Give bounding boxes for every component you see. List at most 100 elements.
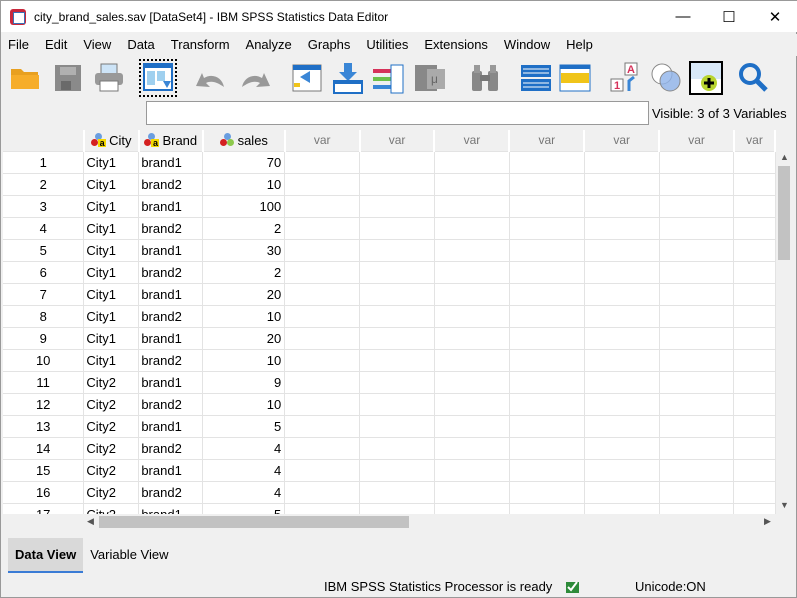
empty-cell[interactable] [284, 437, 361, 460]
menu-help[interactable]: Help [558, 34, 601, 56]
empty-cell[interactable] [733, 415, 776, 438]
empty-cell[interactable] [733, 217, 776, 240]
open-folder-icon[interactable] [8, 61, 42, 95]
vertical-scroll-thumb[interactable] [778, 166, 790, 260]
data-cell-brand[interactable]: brand1 [138, 239, 204, 262]
data-cell-city[interactable]: City2 [83, 503, 140, 514]
data-cell-city[interactable]: City1 [83, 217, 140, 240]
empty-cell[interactable] [733, 195, 776, 218]
empty-cell[interactable] [659, 261, 735, 284]
empty-cell[interactable] [284, 459, 361, 482]
data-cell-city[interactable]: City1 [83, 349, 140, 372]
empty-cell[interactable] [359, 349, 435, 372]
empty-cell[interactable] [584, 261, 660, 284]
empty-cell[interactable] [584, 305, 660, 328]
scroll-up-icon[interactable]: ▲ [780, 152, 789, 162]
empty-cell[interactable] [284, 327, 361, 350]
cell-editor-input[interactable] [146, 101, 649, 125]
data-cell-brand[interactable]: brand1 [138, 195, 204, 218]
data-cell-brand[interactable]: brand2 [138, 437, 204, 460]
menu-file[interactable]: File [1, 34, 37, 56]
empty-cell[interactable] [659, 393, 735, 416]
empty-cell[interactable] [584, 173, 660, 196]
empty-cell[interactable] [284, 239, 361, 262]
row-number[interactable]: 15 [3, 459, 85, 482]
empty-cell[interactable] [434, 371, 510, 394]
empty-cell[interactable] [509, 217, 585, 240]
data-cell-brand[interactable]: brand1 [138, 283, 204, 306]
data-cell-sales[interactable]: 10 [202, 349, 286, 372]
row-number[interactable]: 10 [3, 349, 85, 372]
insert-cases-icon[interactable] [519, 61, 553, 95]
data-cell-city[interactable]: City1 [83, 261, 140, 284]
empty-cell[interactable] [284, 195, 361, 218]
row-number[interactable]: 2 [3, 173, 85, 196]
empty-cell[interactable] [584, 195, 660, 218]
data-cell-sales[interactable]: 10 [202, 173, 286, 196]
tab-data-view[interactable]: Data View [8, 538, 84, 573]
minimize-button[interactable]: — [660, 1, 706, 32]
data-cell-sales[interactable]: 4 [202, 459, 286, 482]
empty-cell[interactable] [584, 481, 660, 504]
data-cell-city[interactable]: City1 [83, 283, 140, 306]
empty-cell[interactable] [733, 283, 776, 306]
data-cell-brand[interactable]: brand1 [138, 371, 204, 394]
row-number[interactable]: 17 [3, 503, 85, 514]
empty-cell[interactable] [284, 305, 361, 328]
empty-cell[interactable] [733, 173, 776, 196]
empty-column-header[interactable]: var [284, 130, 361, 152]
empty-cell[interactable] [733, 151, 776, 174]
empty-cell[interactable] [434, 503, 510, 514]
empty-cell[interactable] [359, 415, 435, 438]
empty-cell[interactable] [733, 239, 776, 262]
empty-cell[interactable] [434, 173, 510, 196]
data-cell-brand[interactable]: brand2 [138, 173, 204, 196]
empty-cell[interactable] [509, 327, 585, 350]
empty-cell[interactable] [359, 459, 435, 482]
empty-cell[interactable] [584, 503, 660, 514]
scroll-left-icon[interactable]: ◀ [87, 516, 94, 527]
row-number[interactable]: 16 [3, 481, 85, 504]
empty-cell[interactable] [509, 437, 585, 460]
empty-cell[interactable] [509, 151, 585, 174]
go-to-variable-icon[interactable] [331, 61, 365, 95]
data-cell-sales[interactable]: 4 [202, 437, 286, 460]
empty-cell[interactable] [584, 393, 660, 416]
data-cell-city[interactable]: City1 [83, 305, 140, 328]
empty-cell[interactable] [359, 481, 435, 504]
data-cell-brand[interactable]: brand2 [138, 305, 204, 328]
empty-cell[interactable] [659, 217, 735, 240]
empty-cell[interactable] [434, 459, 510, 482]
empty-cell[interactable] [584, 239, 660, 262]
dialog-recall-icon[interactable] [139, 59, 177, 97]
search-icon[interactable] [736, 61, 770, 95]
empty-cell[interactable] [359, 173, 435, 196]
menu-transform[interactable]: Transform [163, 34, 238, 56]
empty-cell[interactable] [434, 151, 510, 174]
variables-icon[interactable] [371, 61, 405, 95]
empty-cell[interactable] [733, 371, 776, 394]
empty-cell[interactable] [659, 503, 735, 514]
menu-analyze[interactable]: Analyze [238, 34, 300, 56]
row-number[interactable]: 11 [3, 371, 85, 394]
empty-cell[interactable] [509, 283, 585, 306]
redo-icon[interactable] [238, 61, 272, 95]
empty-column-header[interactable]: var [509, 130, 586, 152]
empty-cell[interactable] [284, 481, 361, 504]
row-number[interactable]: 1 [3, 151, 85, 174]
data-cell-city[interactable]: City1 [83, 327, 140, 350]
row-number[interactable]: 13 [3, 415, 85, 438]
empty-cell[interactable] [284, 371, 361, 394]
empty-cell[interactable] [509, 503, 585, 514]
empty-cell[interactable] [584, 437, 660, 460]
empty-cell[interactable] [434, 393, 510, 416]
data-cell-brand[interactable]: brand2 [138, 481, 204, 504]
empty-cell[interactable] [733, 349, 776, 372]
menu-extensions[interactable]: Extensions [416, 34, 496, 56]
data-cell-city[interactable]: City2 [83, 437, 140, 460]
empty-cell[interactable] [434, 327, 510, 350]
empty-cell[interactable] [659, 305, 735, 328]
empty-cell[interactable] [359, 261, 435, 284]
data-cell-city[interactable]: City2 [83, 371, 140, 394]
empty-cell[interactable] [359, 217, 435, 240]
